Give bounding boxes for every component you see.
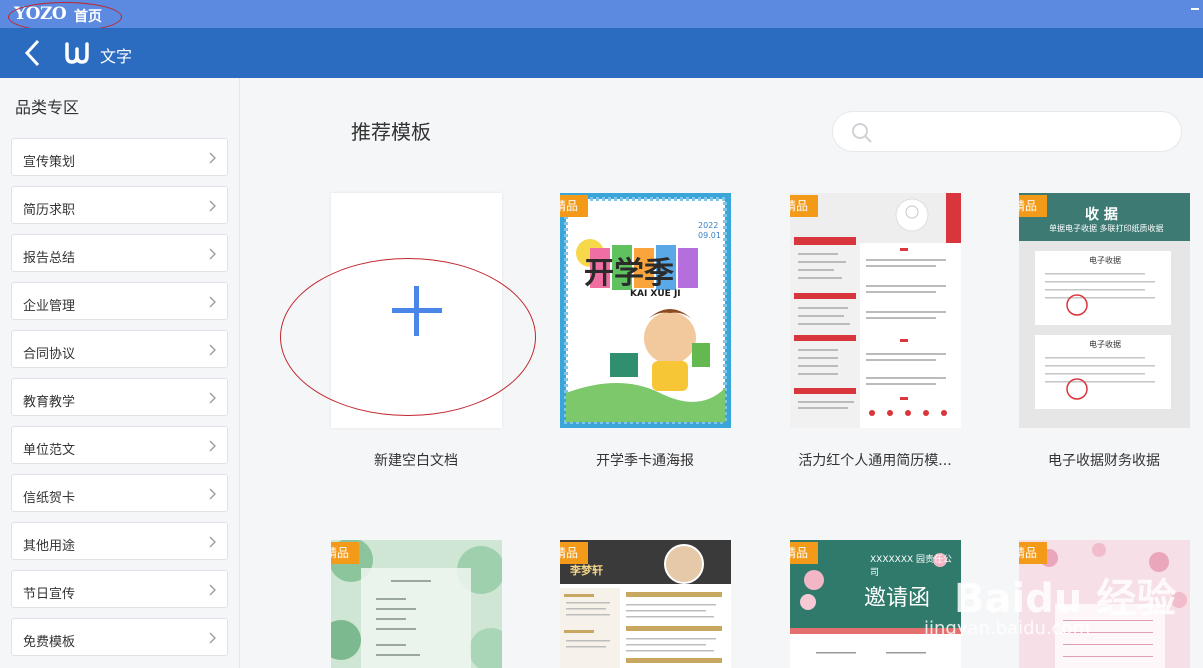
w-letter-icon [65, 42, 89, 64]
sidebar-item-label: 企业管理 [23, 299, 76, 314]
annotation-ellipse [280, 258, 536, 416]
premium-badge: 精品 [1019, 542, 1047, 564]
premium-badge: 精品 [560, 542, 588, 564]
sidebar-item-contract[interactable]: 合同协议 [11, 330, 228, 368]
sidebar-item-label: 节日宣传 [23, 587, 76, 602]
template-card-pink-letter[interactable]: 精品 [1019, 540, 1190, 668]
sidebar-item-letters[interactable]: 信纸贺卡 [11, 474, 228, 512]
sidebar-title: 品类专区 [15, 98, 80, 117]
template-card-floral-letter[interactable]: 精品 [331, 540, 502, 668]
premium-badge: 精品 [790, 195, 818, 217]
poster-title: 开学季 [584, 256, 674, 291]
premium-badge: 精品 [560, 195, 588, 217]
chevron-right-icon [209, 392, 216, 404]
writer-app-icon [64, 41, 90, 65]
sidebar-item-label: 简历求职 [23, 203, 76, 218]
card-label-resume: 活力红个人通用简历模... [798, 453, 952, 469]
chevron-right-icon [209, 440, 216, 452]
sidebar-item-label: 宣传策划 [23, 155, 76, 170]
sidebar-item-free[interactable]: 免费模板 [11, 618, 228, 656]
template-card-receipt[interactable]: 精品 收 据 单据电子收据 多联打印纸质收据 电子收据 电子收据 [1019, 193, 1190, 428]
poster-subtitle: KAI XUE JI [630, 289, 681, 299]
title-bar: YOZO 首页 [0, 0, 1203, 32]
resume2-name: 李梦轩 [570, 564, 603, 577]
sidebar-item-label: 单位范文 [23, 443, 76, 458]
receipt-head: 电子收据 [1089, 256, 1121, 265]
chevron-right-icon [209, 344, 216, 356]
card-label-receipt: 电子收据财务收据 [1048, 453, 1160, 469]
receipt-title: 收 据 [1085, 207, 1118, 223]
sidebar-item-management[interactable]: 企业管理 [11, 282, 228, 320]
sidebar-item-label: 免费模板 [23, 635, 76, 650]
sidebar-item-other[interactable]: 其他用途 [11, 522, 228, 560]
sidebar-item-resume[interactable]: 简历求职 [11, 186, 228, 224]
receipt-subtitle: 单据电子收据 多联打印纸质收据 [1049, 224, 1164, 233]
chevron-right-icon [209, 296, 216, 308]
back-button[interactable] [20, 38, 48, 68]
chevron-right-icon [209, 152, 216, 164]
invitation-title: 邀请函 [864, 586, 931, 611]
app-toolbar: 文字 [0, 28, 1203, 78]
chevron-right-icon [209, 200, 216, 212]
poster-date: 09.01 [698, 231, 721, 240]
app-title: 文字 [100, 47, 133, 66]
card-label-blank: 新建空白文档 [374, 453, 458, 469]
premium-badge: 精品 [1019, 195, 1047, 217]
section-title: 推荐模板 [351, 120, 431, 144]
template-card-resume-2[interactable]: 精品 李梦轩 [560, 540, 731, 668]
sidebar-item-label: 信纸贺卡 [23, 491, 76, 506]
template-card-resume[interactable]: 精品 [790, 193, 961, 428]
sidebar-item-label: 合同协议 [23, 347, 76, 362]
sidebar-item-label: 其他用途 [23, 539, 76, 554]
search-icon [852, 123, 872, 143]
chevron-right-icon [209, 632, 216, 644]
premium-badge: 精品 [790, 542, 818, 564]
receipt-head-2: 电子收据 [1089, 340, 1121, 349]
poster-year: 2022 [698, 221, 719, 230]
category-sidebar: 品类专区 宣传策划 简历求职 报告总结 企业管理 合同协议 教育教学 单位范文 … [0, 78, 240, 668]
card-label-poster: 开学季卡通海报 [596, 453, 694, 469]
sidebar-item-label: 报告总结 [23, 251, 76, 266]
minimize-button[interactable] [1191, 8, 1199, 10]
chevron-left-icon [24, 39, 40, 67]
chevron-right-icon [209, 488, 216, 500]
sidebar-item-promotion[interactable]: 宣传策划 [11, 138, 228, 176]
sidebar-item-report[interactable]: 报告总结 [11, 234, 228, 272]
search-input[interactable] [832, 111, 1182, 152]
sidebar-item-label: 教育教学 [23, 395, 76, 410]
template-card-poster[interactable]: 精品 开学季 KAI XUE JI 2022 09.01 [560, 193, 731, 428]
invitation-company: XXXXXXX 园责任公司 [870, 555, 953, 578]
template-card-invitation[interactable]: 精品 XXXXXXX 园责任公司 邀请函 [790, 540, 961, 668]
sidebar-item-education[interactable]: 教育教学 [11, 378, 228, 416]
sidebar-item-holiday[interactable]: 节日宣传 [11, 570, 228, 608]
premium-badge: 精品 [331, 542, 359, 564]
chevron-right-icon [209, 248, 216, 260]
chevron-right-icon [209, 536, 216, 548]
resume-thumbnail [790, 193, 961, 428]
chevron-right-icon [209, 584, 216, 596]
sidebar-item-official[interactable]: 单位范文 [11, 426, 228, 464]
